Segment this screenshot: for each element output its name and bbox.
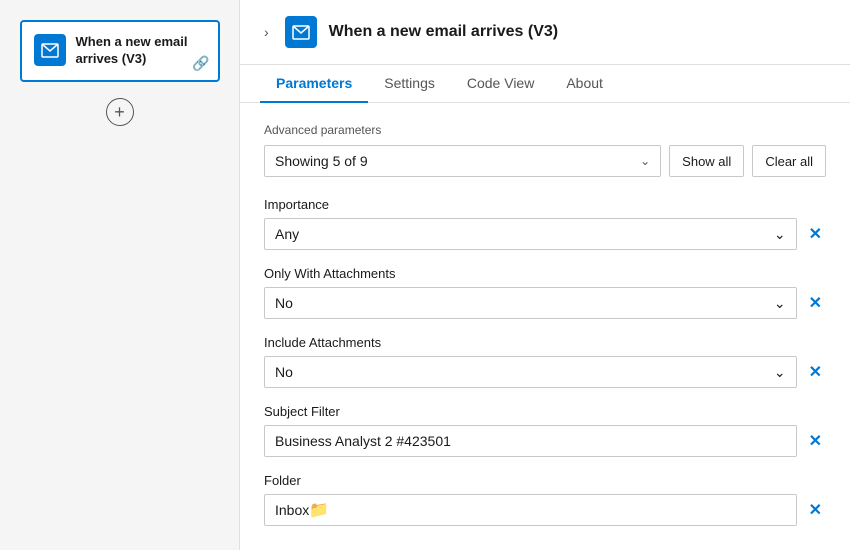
folder-label: Folder [264, 473, 826, 488]
folder-group: Folder Inbox 📁 ✕ [264, 473, 826, 526]
include-attachments-label: Include Attachments [264, 335, 826, 350]
panel-header: › When a new email arrives (V3) [240, 0, 850, 65]
advanced-params-row: Showing 5 of 9 ⌄ Show all Clear all [264, 145, 826, 177]
include-attachments-close-button[interactable]: ✕ [805, 360, 826, 384]
importance-group: Importance Any ⌄ ✕ [264, 197, 826, 250]
only-with-attachments-label: Only With Attachments [264, 266, 826, 281]
include-attachments-dropdown[interactable]: No ⌄ [264, 356, 797, 388]
chevron-down-icon: ⌄ [640, 154, 650, 168]
importance-label: Importance [264, 197, 826, 212]
showing-dropdown[interactable]: Showing 5 of 9 ⌄ [264, 145, 661, 177]
only-with-attachments-group: Only With Attachments No ⌄ ✕ [264, 266, 826, 319]
trigger-icon [34, 34, 66, 66]
chevron-down-icon: ⌄ [774, 295, 786, 312]
tab-settings[interactable]: Settings [368, 65, 451, 103]
collapse-button[interactable]: › [260, 22, 273, 42]
subject-filter-input[interactable]: Business Analyst 2 #423501 [264, 425, 797, 457]
include-attachments-value: No [275, 364, 293, 380]
chevron-down-icon: ⌄ [774, 226, 786, 243]
include-attachments-group: Include Attachments No ⌄ ✕ [264, 335, 826, 388]
plus-icon: + [114, 103, 125, 121]
subject-filter-label: Subject Filter [264, 404, 826, 419]
clear-all-button[interactable]: Clear all [752, 145, 826, 177]
trigger-card[interactable]: When a new email arrives (V3) 🔗 [20, 20, 220, 82]
importance-row: Any ⌄ ✕ [264, 218, 826, 250]
advanced-params-label: Advanced parameters [264, 123, 826, 137]
link-icon: 🔗 [192, 55, 209, 72]
show-all-button[interactable]: Show all [669, 145, 744, 177]
sidebar: When a new email arrives (V3) 🔗 + [0, 0, 240, 550]
showing-value: Showing 5 of 9 [275, 153, 368, 169]
only-with-attachments-row: No ⌄ ✕ [264, 287, 826, 319]
importance-dropdown[interactable]: Any ⌄ [264, 218, 797, 250]
subject-filter-group: Subject Filter Business Analyst 2 #42350… [264, 404, 826, 457]
tabs-bar: Parameters Settings Code View About [240, 65, 850, 103]
header-icon [285, 16, 317, 48]
folder-close-button[interactable]: ✕ [805, 498, 826, 522]
only-with-attachments-dropdown[interactable]: No ⌄ [264, 287, 797, 319]
tab-code-view[interactable]: Code View [451, 65, 550, 103]
folder-input[interactable]: Inbox 📁 [264, 494, 797, 526]
add-step-button[interactable]: + [106, 98, 134, 126]
chevron-down-icon: ⌄ [774, 364, 786, 381]
main-panel: › When a new email arrives (V3) Paramete… [240, 0, 850, 550]
tab-parameters[interactable]: Parameters [260, 65, 368, 103]
only-with-attachments-value: No [275, 295, 293, 311]
importance-close-button[interactable]: ✕ [805, 222, 826, 246]
include-attachments-row: No ⌄ ✕ [264, 356, 826, 388]
subject-filter-close-button[interactable]: ✕ [805, 429, 826, 453]
importance-value: Any [275, 226, 299, 242]
content-area: Advanced parameters Showing 5 of 9 ⌄ Sho… [240, 103, 850, 550]
folder-row: Inbox 📁 ✕ [264, 494, 826, 526]
folder-value: Inbox [275, 502, 309, 518]
folder-browse-icon[interactable]: 📁 [309, 500, 329, 520]
panel-title: When a new email arrives (V3) [329, 23, 558, 41]
trigger-label: When a new email arrives (V3) [76, 34, 206, 68]
tab-about[interactable]: About [550, 65, 619, 103]
subject-filter-value: Business Analyst 2 #423501 [275, 433, 451, 449]
only-with-attachments-close-button[interactable]: ✕ [805, 291, 826, 315]
subject-filter-row: Business Analyst 2 #423501 ✕ [264, 425, 826, 457]
